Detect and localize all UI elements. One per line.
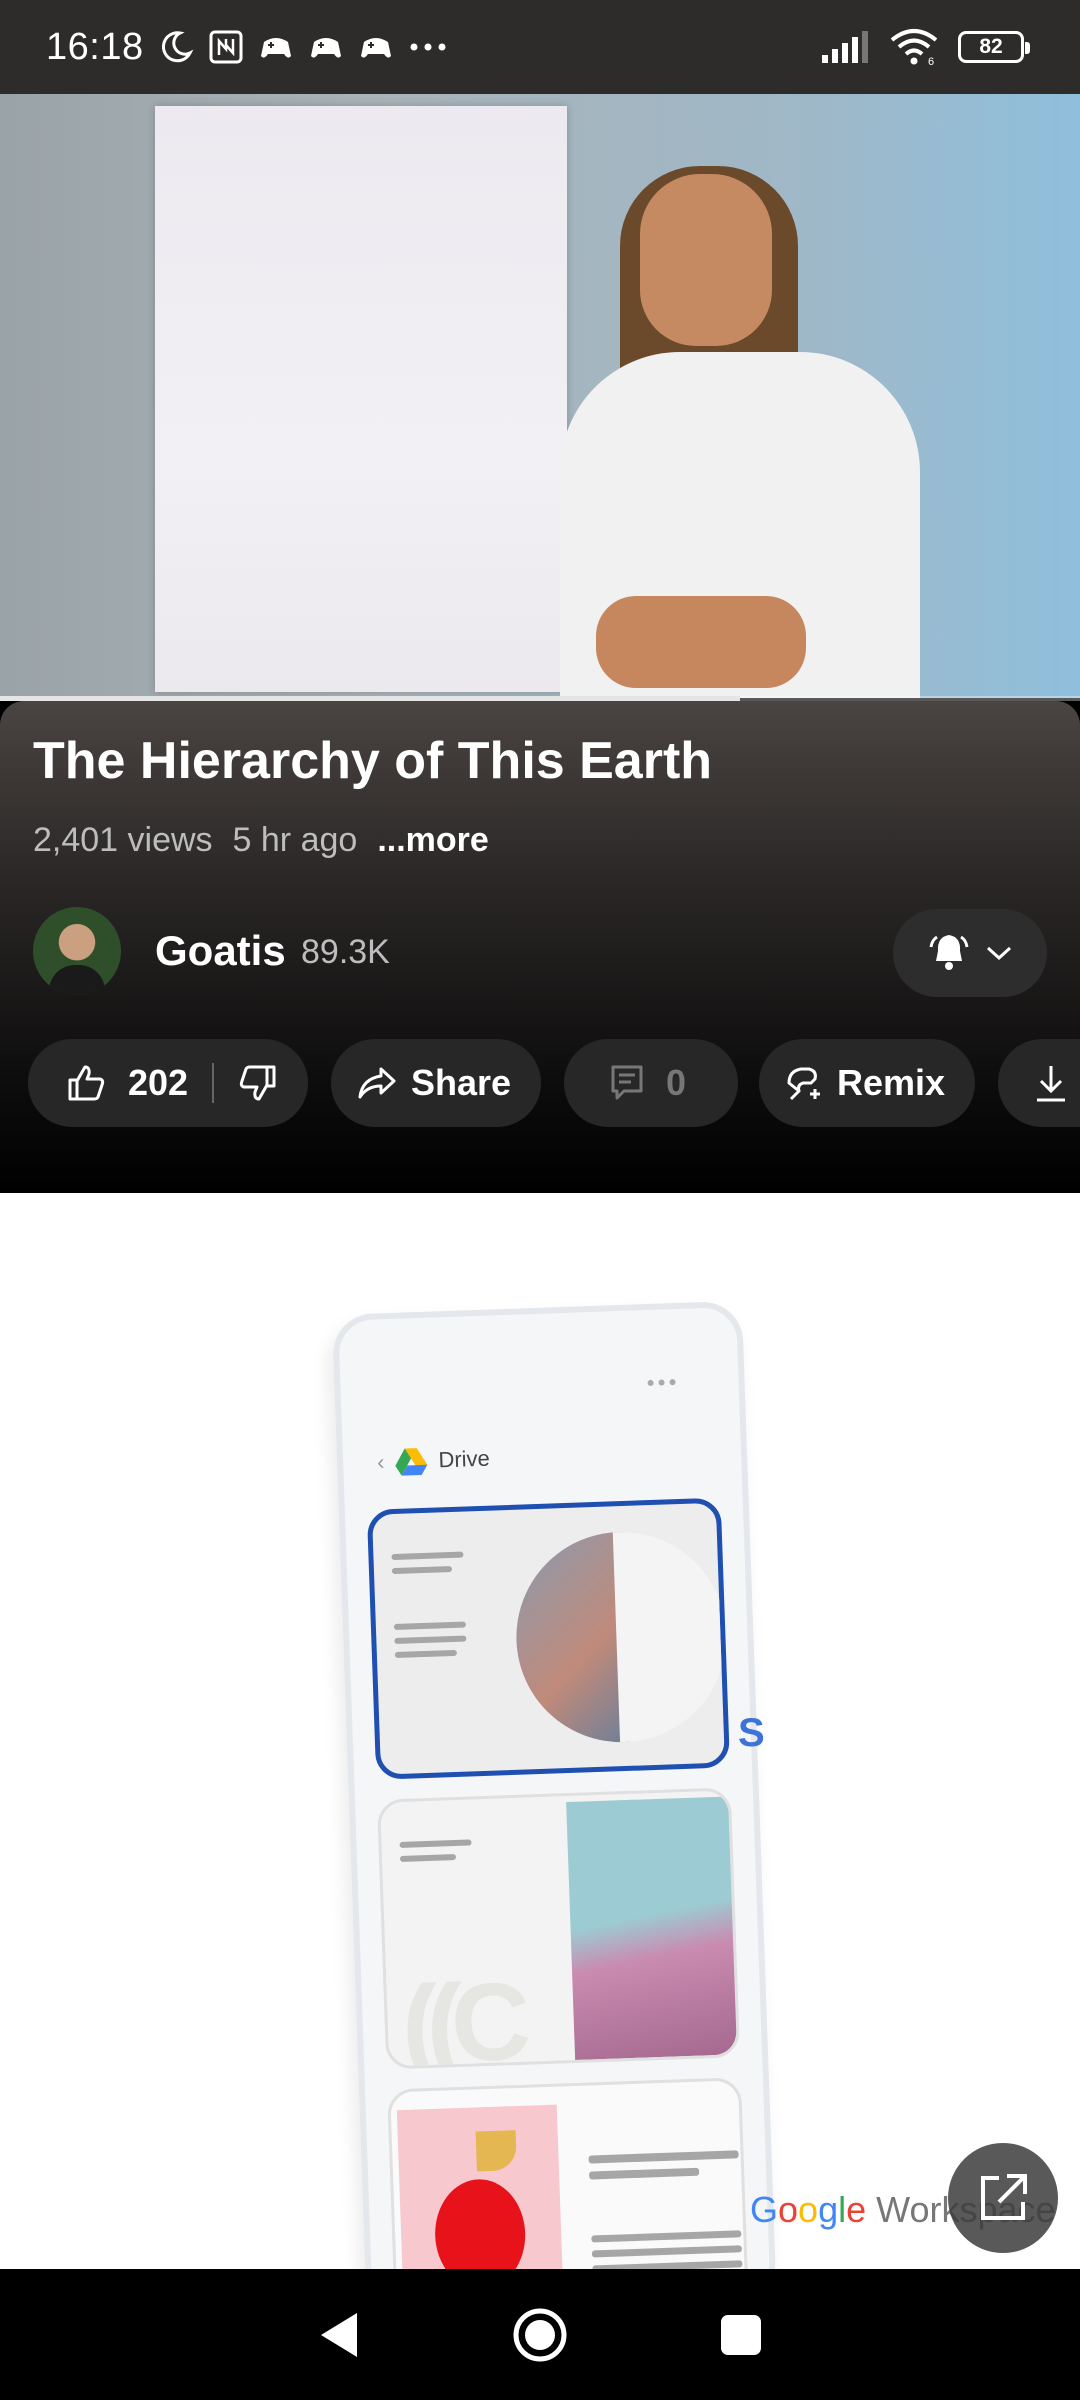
video-player[interactable] <box>0 94 1080 698</box>
video-whiteboard <box>155 106 567 692</box>
wifi-icon: 6 <box>890 29 938 66</box>
battery-indicator: 82 <box>958 31 1030 63</box>
status-bar: 16:18 6 82 <box>0 0 1080 94</box>
like-count[interactable]: 202 <box>128 1062 188 1104</box>
youtube-watch-screen: 16:18 6 82 The Hierarchy of This Earth 2… <box>0 0 1080 2400</box>
system-navigation-bar <box>0 2269 1080 2400</box>
drive-file-card: ((C <box>376 1787 741 2070</box>
notification-bell-button[interactable] <box>893 909 1047 997</box>
chevron-down-icon <box>986 946 1012 961</box>
video-title[interactable]: The Hierarchy of This Earth <box>33 731 1033 791</box>
download-icon <box>1037 1066 1065 1102</box>
remix-icon <box>787 1067 820 1101</box>
video-info-panel: The Hierarchy of This Earth 2,401 views … <box>0 701 1080 1193</box>
cell-signal-icon <box>822 31 868 63</box>
home-nav-icon[interactable] <box>511 2306 569 2364</box>
drive-label: Drive <box>438 1445 491 1473</box>
svg-text:6: 6 <box>928 56 934 66</box>
share-button[interactable]: Share <box>331 1039 541 1127</box>
download-button[interactable] <box>998 1039 1080 1127</box>
share-icon <box>358 1067 396 1099</box>
game-controller-icon <box>260 38 291 58</box>
comments-button[interactable]: 0 <box>564 1039 738 1127</box>
recents-nav-icon[interactable] <box>719 2313 763 2357</box>
channel-name[interactable]: Goatis <box>155 927 286 975</box>
video-meta[interactable]: 2,401 views 5 hr ago ...more <box>33 821 489 860</box>
ad-partial-text: S <box>738 1711 765 1755</box>
back-nav-icon[interactable] <box>317 2311 361 2359</box>
subscriber-count: 89.3K <box>301 933 390 971</box>
upload-age: 5 hr ago <box>232 821 358 859</box>
ad-phone-mockup: ‹ Drive ((C <box>332 1300 777 2269</box>
channel-avatar[interactable] <box>33 907 121 995</box>
moon-icon <box>161 31 193 63</box>
google-drive-icon <box>395 1448 428 1476</box>
nfc-icon <box>209 30 243 64</box>
share-label: Share <box>411 1062 512 1103</box>
drive-header: ‹ Drive <box>377 1444 491 1478</box>
bell-icon <box>929 935 969 970</box>
drive-file-card <box>387 2077 750 2269</box>
game-controller-icon <box>310 38 341 58</box>
thumbs-down-icon[interactable] <box>238 1063 278 1103</box>
view-count: 2,401 views <box>33 821 213 859</box>
battery-level: 82 <box>979 35 1003 58</box>
action-bar: 202 Share 0 Remix <box>28 1039 1080 1127</box>
ad-video-panel[interactable]: ‹ Drive ((C S Google <box>0 1193 1080 2269</box>
video-person-hands <box>596 596 806 688</box>
back-chevron-icon: ‹ <box>376 1449 385 1475</box>
open-external-icon <box>981 2174 1027 2220</box>
comment-icon <box>611 1065 643 1100</box>
comment-count: 0 <box>666 1062 687 1103</box>
channel-row: Goatis 89.3K <box>33 907 1047 997</box>
remix-button[interactable]: Remix <box>759 1039 975 1127</box>
more-notifications-icon <box>410 43 446 51</box>
like-dislike-pill: 202 <box>28 1039 308 1127</box>
open-external-button[interactable] <box>948 2143 1058 2253</box>
video-person-head <box>640 174 772 346</box>
status-time: 16:18 <box>46 25 144 68</box>
more-link[interactable]: ...more <box>377 821 488 860</box>
remix-label: Remix <box>837 1062 946 1103</box>
game-controller-icon <box>360 38 391 58</box>
drive-file-card-selected <box>366 1497 731 1780</box>
more-icon <box>647 1379 676 1386</box>
thumbs-up-icon[interactable] <box>66 1063 106 1103</box>
